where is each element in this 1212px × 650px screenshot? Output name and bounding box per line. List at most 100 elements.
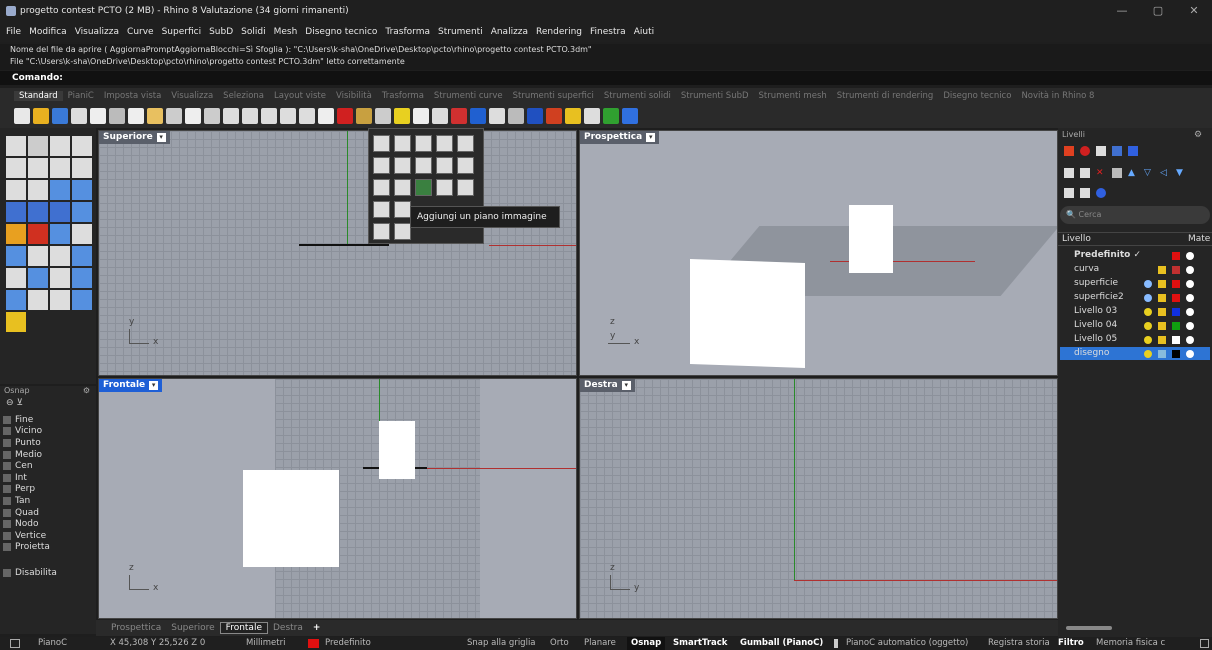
- osnap-item[interactable]: Perp: [0, 484, 96, 496]
- maximize-button[interactable]: ▢: [1140, 0, 1176, 22]
- layout-icon[interactable]: [394, 135, 411, 152]
- tab-visibilita[interactable]: Visibilità: [331, 91, 377, 101]
- delete-icon[interactable]: ✕: [1096, 168, 1106, 178]
- menu-mesh[interactable]: Mesh: [270, 27, 302, 37]
- status-auto-cplane[interactable]: PianoC automatico (oggetto): [846, 637, 968, 650]
- check-icon[interactable]: [50, 290, 70, 310]
- material-icon[interactable]: [1186, 335, 1194, 344]
- tab-imposta-vista[interactable]: Imposta vista: [99, 91, 166, 101]
- viewport-top[interactable]: Superiore ▾ y x: [98, 130, 577, 376]
- layers-search-input[interactable]: 🔍 Cerca: [1060, 206, 1210, 224]
- checkbox-icon[interactable]: [3, 415, 11, 424]
- zoom-icon[interactable]: [223, 108, 239, 124]
- status-snap-grid[interactable]: Snap alla griglia: [467, 637, 536, 650]
- properties-tab-icon[interactable]: [1112, 146, 1122, 156]
- tab-strumenti-superfici[interactable]: Strumenti superfici: [508, 91, 599, 101]
- layout-icon[interactable]: [457, 135, 474, 152]
- viewport-right[interactable]: Destra ▾ z y: [579, 378, 1058, 619]
- lightbulb-icon[interactable]: [1144, 349, 1152, 358]
- material-icon[interactable]: [1186, 293, 1194, 302]
- boolean-icon[interactable]: [6, 224, 26, 244]
- layer-color-swatch[interactable]: [1172, 265, 1180, 274]
- osnap-item[interactable]: Vicino: [0, 426, 96, 438]
- funnel-icon[interactable]: ▼: [1176, 168, 1186, 178]
- vp-tab-frontale[interactable]: Frontale: [219, 622, 268, 634]
- lightbulb-icon[interactable]: [1144, 293, 1152, 302]
- checkbox-icon[interactable]: [3, 568, 11, 577]
- fillet-icon[interactable]: [28, 180, 48, 200]
- material-icon[interactable]: [1186, 307, 1194, 316]
- array-icon[interactable]: [72, 246, 92, 266]
- tab-strumenti-subd[interactable]: Strumenti SubD: [676, 91, 754, 101]
- material-icon[interactable]: [1186, 279, 1194, 288]
- cplane-icon[interactable]: [375, 108, 391, 124]
- layout-icon[interactable]: [415, 135, 432, 152]
- image-plane-mug-photo[interactable]: [849, 205, 893, 273]
- checkbox-icon[interactable]: [3, 496, 11, 505]
- analyze-icon[interactable]: [72, 268, 92, 288]
- layer-row-selected[interactable]: disegno: [1060, 347, 1210, 360]
- layout-icon[interactable]: [436, 179, 453, 196]
- layout-icon[interactable]: [415, 157, 432, 174]
- checkbox-icon[interactable]: [3, 427, 11, 436]
- tab-strumenti-solidi[interactable]: Strumenti solidi: [599, 91, 676, 101]
- dropdown-icon[interactable]: ▾: [156, 133, 166, 142]
- properties-icon[interactable]: [470, 108, 486, 124]
- lock-icon[interactable]: [1158, 279, 1166, 288]
- ellipse-icon[interactable]: [6, 180, 26, 200]
- osnap-filter-icons[interactable]: ⊖ ⊻: [0, 398, 96, 414]
- globe-icon[interactable]: [603, 108, 619, 124]
- osnap-item[interactable]: Fine: [0, 414, 96, 426]
- command-prompt[interactable]: Comando:: [0, 71, 1212, 85]
- layer-color-swatch[interactable]: [1172, 251, 1180, 260]
- split-icon[interactable]: [6, 246, 26, 266]
- status-units[interactable]: Millimetri: [246, 637, 285, 650]
- layer-row[interactable]: superficie: [1060, 277, 1210, 290]
- checkbox-icon[interactable]: [3, 508, 11, 517]
- gear-icon[interactable]: ⚙: [1194, 130, 1202, 140]
- close-button[interactable]: ✕: [1176, 0, 1212, 22]
- status-cplane[interactable]: PianoC: [38, 637, 67, 650]
- menu-modifica[interactable]: Modifica: [25, 27, 71, 37]
- menu-aiuti[interactable]: Aiuti: [630, 27, 658, 37]
- layout-icon[interactable]: [373, 135, 390, 152]
- osnap-item[interactable]: Proietta: [0, 542, 96, 554]
- checkbox-icon[interactable]: [3, 438, 11, 447]
- cplane-icon[interactable]: [10, 639, 20, 648]
- material-icon[interactable]: [1186, 265, 1194, 274]
- help-tab-icon[interactable]: [1128, 146, 1138, 156]
- lightbulb-icon[interactable]: [1144, 321, 1152, 330]
- material-icon[interactable]: [1186, 251, 1194, 260]
- layer-color-swatch[interactable]: [1172, 293, 1180, 302]
- layout-icon[interactable]: [394, 157, 411, 174]
- tab-trasforma[interactable]: Trasforma: [377, 91, 429, 101]
- scale-icon[interactable]: [28, 268, 48, 288]
- menu-subd[interactable]: SubD: [205, 27, 237, 37]
- status-orto[interactable]: Orto: [550, 637, 569, 650]
- lock-icon[interactable]: [1158, 335, 1166, 344]
- menu-trasforma[interactable]: Trasforma: [381, 27, 434, 37]
- mirror-icon[interactable]: [50, 246, 70, 266]
- layout-icon[interactable]: [436, 135, 453, 152]
- vp-tab-prospettica[interactable]: Prospettica: [106, 623, 166, 633]
- picture-frame-icon[interactable]: [415, 179, 432, 196]
- image-plane-mug-photo[interactable]: [379, 421, 415, 479]
- car-icon[interactable]: [337, 108, 353, 124]
- menu-rendering[interactable]: Rendering: [532, 27, 586, 37]
- cut-icon[interactable]: [109, 108, 125, 124]
- subd-icon[interactable]: [72, 290, 92, 310]
- material-icon[interactable]: [508, 108, 524, 124]
- viewport-label-right[interactable]: Destra ▾: [580, 379, 635, 392]
- open-file-icon[interactable]: [33, 108, 49, 124]
- tab-pianic[interactable]: PianiC: [63, 91, 99, 101]
- offset-icon[interactable]: [28, 246, 48, 266]
- dropdown-icon[interactable]: ▾: [621, 381, 631, 390]
- panel-scrollbar[interactable]: [1066, 626, 1112, 630]
- checkbox-icon[interactable]: [3, 520, 11, 529]
- point-icon[interactable]: [28, 136, 48, 156]
- menu-analizza[interactable]: Analizza: [487, 27, 532, 37]
- menu-superfici[interactable]: Superfici: [158, 27, 206, 37]
- viewport-label-top[interactable]: Superiore ▾: [99, 131, 170, 144]
- save-icon[interactable]: [52, 108, 68, 124]
- lock-icon[interactable]: [1158, 349, 1166, 358]
